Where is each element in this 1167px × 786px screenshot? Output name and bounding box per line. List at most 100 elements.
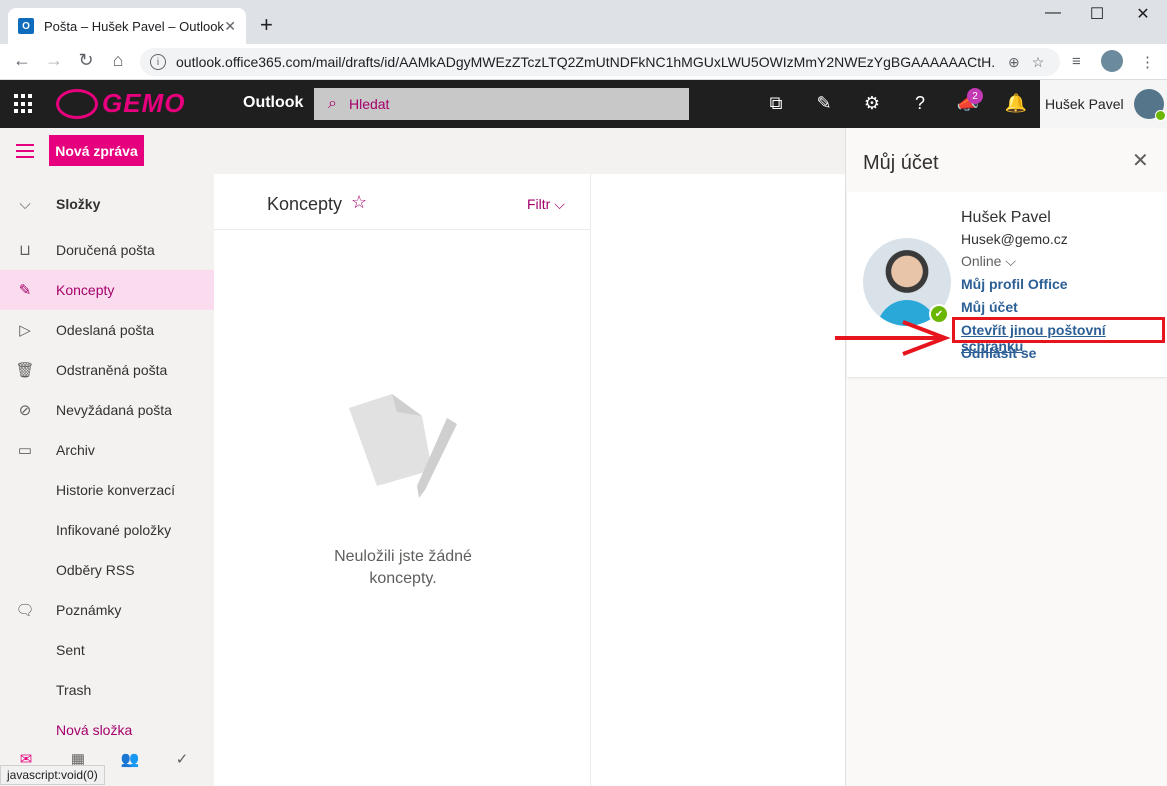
send-icon: ▷	[19, 322, 31, 339]
inbox-icon: ⊔	[19, 242, 31, 259]
company-logo[interactable]: GEMO	[56, 88, 185, 119]
tasks-check-icon[interactable]: ✓	[156, 740, 208, 786]
pencil-icon: ✎	[18, 282, 32, 299]
archive-icon: ▭	[17, 442, 33, 459]
tab-title: Pošta – Hušek Pavel – Outlook	[44, 18, 224, 34]
folder-item-archive[interactable]: ▭ Archiv	[0, 430, 214, 470]
folder-item-junk[interactable]: ⊘ Nevyžádaná pošta	[0, 390, 214, 430]
header-avatar	[1133, 89, 1166, 121]
app-title[interactable]: Outlook	[243, 94, 303, 112]
reading-pane	[591, 174, 845, 786]
chevron-down-icon: ⌵	[19, 195, 31, 213]
red-arrow-icon	[835, 320, 951, 356]
folder-label: Infikované položky	[56, 522, 172, 538]
folder-item-trash-en[interactable]: Trash	[0, 670, 214, 710]
folder-item-deleted[interactable]: 🗑 Odstraněná pošta	[0, 350, 214, 390]
folders-header-label: Složky	[56, 196, 101, 212]
filter-label: Filtr	[527, 196, 551, 212]
logo-text: GEMO	[102, 88, 186, 118]
window-close-icon[interactable]: ✕	[1120, 4, 1166, 24]
trash-icon: 🗑	[15, 362, 35, 379]
sign-out-link[interactable]: Odhlásit se	[961, 345, 1036, 361]
people-icon[interactable]: 👥	[104, 740, 156, 786]
browser-toolbar: ← → ↻ ⌂ i outlook.office365.com/mail/dra…	[0, 44, 1167, 80]
empty-state-line2: koncepty.	[369, 570, 437, 587]
help-icon[interactable]: ?	[908, 93, 932, 114]
folder-item-drafts[interactable]: ✎ Koncepty	[0, 270, 214, 310]
add-icon[interactable]: ⊕	[1008, 54, 1020, 71]
filter-button[interactable]: Filtr ⌵	[527, 196, 565, 213]
folder-item-rss[interactable]: Odběry RSS	[0, 550, 214, 590]
outlook-header: GEMO Outlook ⌕ Hledat ⧉ ✎ ⚙ ? 📣 🔔	[0, 80, 1167, 128]
folder-label: Trash	[56, 682, 92, 698]
account-button[interactable]: Hušek Pavel	[1040, 80, 1167, 128]
folder-label: Sent	[56, 642, 85, 658]
tab-close-icon[interactable]: ✕	[224, 18, 236, 35]
search-placeholder: Hledat	[348, 96, 390, 112]
highlight-box	[952, 317, 1165, 343]
account-panel-title: Můj účet	[863, 152, 939, 174]
folders-header[interactable]: ⌵ Složky	[0, 184, 214, 224]
presence-status-dropdown[interactable]: Online ⌵	[961, 253, 1016, 270]
command-bar: Nová zpráva	[0, 128, 845, 174]
app-launcher-icon[interactable]	[14, 94, 34, 114]
outlook-favicon-icon: O	[18, 18, 34, 34]
reload-icon[interactable]: ↻	[74, 50, 98, 71]
forward-icon[interactable]: →	[42, 50, 66, 71]
browser-tab[interactable]: O Pošta – Hušek Pavel – Outlook ✕	[8, 8, 246, 44]
browser-menu-icon[interactable]: ⋮	[1140, 53, 1155, 71]
folder-label: Historie konverzací	[56, 482, 176, 498]
minimize-icon[interactable]: —	[1030, 4, 1076, 22]
url-text[interactable]: outlook.office365.com/mail/drafts/id/AAM…	[176, 54, 996, 70]
search-icon: ⌕	[328, 95, 337, 112]
new-tab-icon[interactable]: +	[260, 12, 273, 38]
home-icon[interactable]: ⌂	[106, 50, 130, 71]
my-account-link[interactable]: Můj účet	[961, 299, 1018, 315]
my-day-icon[interactable]: ✎	[812, 93, 836, 114]
presence-status-label: Online	[961, 253, 1002, 269]
favorite-star-icon[interactable]: ☆	[351, 192, 367, 213]
folder-label: Nevyžádaná pošta	[56, 402, 172, 418]
bookmark-star-icon[interactable]: ☆	[1032, 54, 1045, 71]
folder-item-inbox[interactable]: ⊔ Doručená pošta	[0, 230, 214, 270]
hamburger-menu-icon[interactable]	[16, 144, 34, 158]
teams-chat-icon[interactable]: ⧉	[764, 93, 788, 114]
empty-state-line1: Neuložili jste žádné	[334, 548, 472, 565]
account-email: Husek@gemo.cz	[961, 231, 1068, 247]
maximize-icon[interactable]: ☐	[1074, 4, 1120, 24]
browser-profile-avatar[interactable]	[1101, 50, 1123, 72]
message-list-header: Koncepty ☆ Filtr ⌵	[214, 174, 590, 230]
notifications-bell-icon[interactable]: 🔔	[1004, 93, 1028, 114]
notification-badge: 2	[967, 88, 983, 104]
address-bar[interactable]: i outlook.office365.com/mail/drafts/id/A…	[140, 48, 1060, 76]
folder-label: Odstraněná pošta	[56, 362, 168, 378]
folder-item-notes[interactable]: 🗨 Poznámky	[0, 590, 214, 630]
close-icon[interactable]: ✕	[1132, 148, 1149, 173]
site-info-icon[interactable]: i	[150, 54, 166, 70]
folder-label: Doručená pošta	[56, 242, 155, 258]
folder-item-infected[interactable]: Infikované položky	[0, 510, 214, 550]
folder-label: Poznámky	[56, 602, 122, 618]
search-input[interactable]: ⌕ Hledat	[314, 88, 689, 120]
folder-title: Koncepty	[267, 194, 343, 214]
folder-pane: ⌵ Složky ⊔ Doručená pošta ✎ Koncepty ▷ O…	[0, 174, 214, 786]
empty-drafts-illustration-icon	[349, 394, 457, 498]
folder-label: Koncepty	[56, 282, 115, 298]
account-name: Hušek Pavel	[961, 209, 1051, 226]
header-user-name: Hušek Pavel	[1045, 96, 1124, 112]
logo-mark-icon	[56, 88, 98, 119]
folder-label: Odeslaná pošta	[56, 322, 155, 338]
settings-gear-icon[interactable]: ⚙	[860, 93, 884, 114]
block-icon: ⊘	[18, 402, 32, 419]
back-icon[interactable]: ←	[10, 50, 34, 71]
folder-item-conversation-history[interactable]: Historie konverzací	[0, 470, 214, 510]
account-panel: Můj účet ✕ ✔ Hušek Pavel Husek@gemo.cz O…	[845, 128, 1167, 786]
folder-label: Odběry RSS	[56, 562, 135, 578]
new-message-button[interactable]: Nová zpráva	[49, 135, 144, 166]
folder-item-sent[interactable]: ▷ Odeslaná pošta	[0, 310, 214, 350]
folder-label: Archiv	[56, 442, 95, 458]
reading-list-icon[interactable]: ≡	[1072, 53, 1081, 70]
office-profile-link[interactable]: Můj profil Office	[961, 276, 1068, 292]
folder-item-sent-en[interactable]: Sent	[0, 630, 214, 670]
note-icon: 🗨	[15, 602, 35, 619]
